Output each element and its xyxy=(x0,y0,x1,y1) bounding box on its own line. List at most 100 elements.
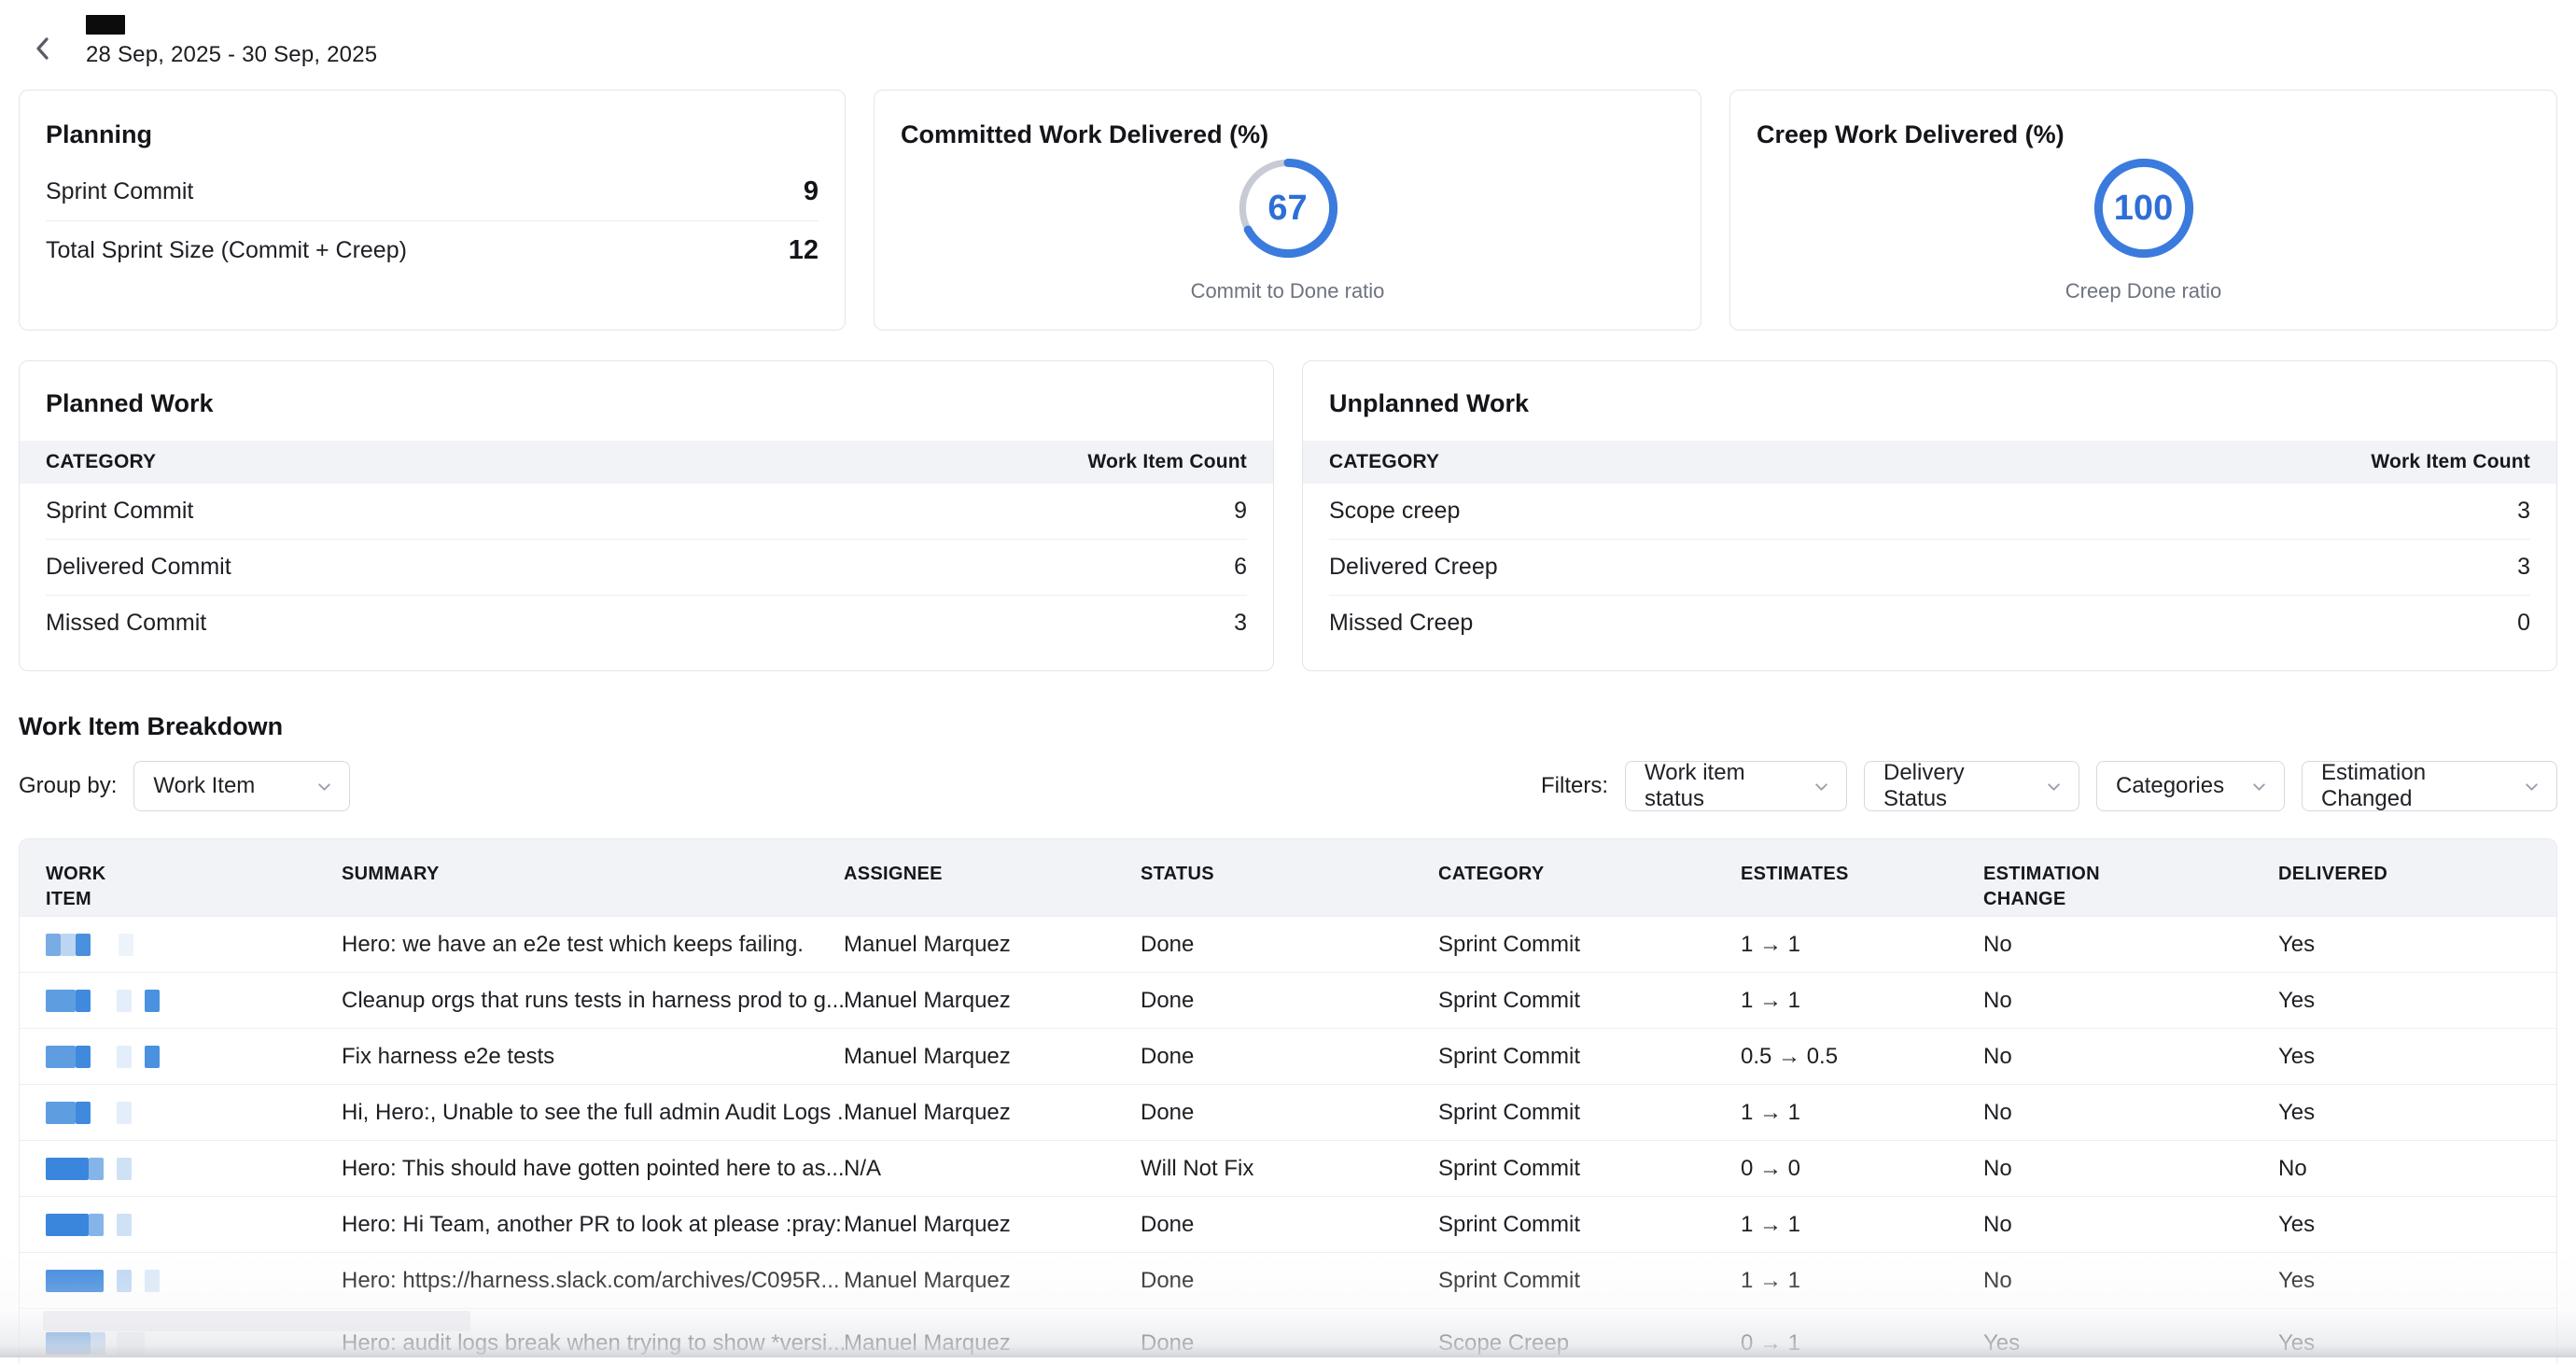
work-item-status: Done xyxy=(1141,1330,1438,1357)
filter-label: Delivery Status xyxy=(1883,760,2033,812)
sprint-date-range: 28 Sep, 2025 - 30 Sep, 2025 xyxy=(86,42,377,68)
filter-label: Estimation Changed xyxy=(2321,760,2511,812)
group-by-dropdown[interactable]: Work Item xyxy=(133,761,350,811)
column-header-assignee: ASSIGNEE xyxy=(844,839,1141,887)
work-item-status: Done xyxy=(1141,988,1438,1014)
planning-row-label: Sprint Commit xyxy=(46,178,193,205)
work-item-id-redacted xyxy=(46,1156,342,1182)
work-item-delivered: No xyxy=(2278,1156,2556,1182)
table-row[interactable]: Hero: https://harness.slack.com/archives… xyxy=(20,1252,2556,1308)
row-value: 6 xyxy=(1234,554,1247,581)
table-row[interactable]: Hero: audit logs break when trying to sh… xyxy=(20,1308,2556,1364)
work-item-delivered: Yes xyxy=(2278,988,2556,1014)
column-header-work-item: WORK ITEM xyxy=(46,839,342,912)
work-item-summary[interactable]: Fix harness e2e tests xyxy=(342,1044,844,1070)
column-header-summary: SUMMARY xyxy=(342,839,844,887)
table-row: Sprint Commit 9 xyxy=(46,484,1247,539)
chevron-down-icon xyxy=(1813,779,1829,794)
work-item-delivered: Yes xyxy=(2278,1100,2556,1126)
row-label: Sprint Commit xyxy=(46,498,193,525)
redacted-overlay-bar xyxy=(43,1311,470,1331)
work-item-summary[interactable]: Hero: https://harness.slack.com/archives… xyxy=(342,1268,844,1294)
work-item-id-redacted xyxy=(46,988,342,1014)
work-item-category: Sprint Commit xyxy=(1438,1212,1741,1238)
summary-cards-row: Planning Sprint Commit 9 Total Sprint Si… xyxy=(19,90,2557,330)
work-item-category: Sprint Commit xyxy=(1438,988,1741,1014)
committed-gauge-zone: 67 Commit to Done ratio xyxy=(875,158,1701,303)
work-tables-row: Planned Work CATEGORY Work Item Count Sp… xyxy=(19,360,2557,671)
creep-gauge-zone: 100 Creep Done ratio xyxy=(1730,158,2556,303)
work-item-id-redacted xyxy=(46,1268,342,1294)
table-row[interactable]: Hero: we have an e2e test which keeps fa… xyxy=(20,916,2556,972)
work-item-summary[interactable]: Hero: we have an e2e test which keeps fa… xyxy=(342,932,844,958)
committed-card-title: Committed Work Delivered (%) xyxy=(901,91,1674,149)
filter-categories-dropdown[interactable]: Categories xyxy=(2096,761,2285,811)
row-value: 9 xyxy=(1234,498,1247,525)
work-item-summary[interactable]: Hi, Hero:, Unable to see the full admin … xyxy=(342,1100,844,1126)
committed-gauge-value: 67 xyxy=(1238,158,1338,259)
committed-gauge-ring: 67 xyxy=(1238,158,1338,259)
table-row[interactable]: Hero: Hi Team, another PR to look at ple… xyxy=(20,1196,2556,1252)
work-item-estimation-change: No xyxy=(1983,1044,2278,1070)
column-header-work-item-count: Work Item Count xyxy=(2371,451,2530,473)
row-label: Delivered Commit xyxy=(46,554,231,581)
work-item-category: Sprint Commit xyxy=(1438,932,1741,958)
work-item-id-redacted xyxy=(46,932,342,958)
row-label: Scope creep xyxy=(1329,498,1460,525)
work-item-summary[interactable]: Hero: Hi Team, another PR to look at ple… xyxy=(342,1212,844,1238)
work-item-id-redacted xyxy=(46,1212,342,1238)
committed-gauge-caption: Commit to Done ratio xyxy=(1191,279,1385,303)
creep-gauge-value: 100 xyxy=(2093,158,2194,259)
column-header-delivered: DELIVERED xyxy=(2278,839,2556,887)
filter-work-item-status-dropdown[interactable]: Work item status xyxy=(1625,761,1847,811)
planned-work-card: Planned Work CATEGORY Work Item Count Sp… xyxy=(19,360,1274,671)
work-item-id-redacted xyxy=(46,1044,342,1070)
work-item-status: Done xyxy=(1141,1044,1438,1070)
chevron-down-icon xyxy=(2046,779,2062,794)
table-row: Missed Commit 3 xyxy=(46,596,1247,651)
work-item-summary[interactable]: Hero: This should have gotten pointed he… xyxy=(342,1156,844,1182)
back-button[interactable] xyxy=(26,34,60,67)
group-by-control: Group by: Work Item xyxy=(19,761,350,811)
table-row[interactable]: Hi, Hero:, Unable to see the full admin … xyxy=(20,1084,2556,1140)
unplanned-work-title: Unplanned Work xyxy=(1303,361,2556,441)
work-item-estimation-change: No xyxy=(1983,1156,2278,1182)
creep-gauge-ring: 100 xyxy=(2093,158,2194,259)
column-header-category: CATEGORY xyxy=(46,451,156,473)
work-item-assignee: Manuel Marquez xyxy=(844,1100,1141,1126)
work-item-assignee: Manuel Marquez xyxy=(844,932,1141,958)
work-item-assignee: Manuel Marquez xyxy=(844,1044,1141,1070)
planned-work-title: Planned Work xyxy=(20,361,1273,441)
work-item-delivered: Yes xyxy=(2278,1212,2556,1238)
work-item-status: Done xyxy=(1141,932,1438,958)
work-item-estimation-change: Yes xyxy=(1983,1330,2278,1357)
work-item-delivered: Yes xyxy=(2278,932,2556,958)
work-item-summary[interactable]: Cleanup orgs that runs tests in harness … xyxy=(342,988,844,1014)
table-row[interactable]: Cleanup orgs that runs tests in harness … xyxy=(20,972,2556,1028)
work-item-estimates: 1 → 1 xyxy=(1741,1100,1983,1126)
work-item-summary[interactable]: Hero: audit logs break when trying to sh… xyxy=(342,1330,844,1357)
table-header-row: WORK ITEM SUMMARY ASSIGNEE STATUS CATEGO… xyxy=(20,839,2556,916)
filter-estimation-changed-dropdown[interactable]: Estimation Changed xyxy=(2302,761,2557,811)
work-item-estimates: 0 → 1 xyxy=(1741,1330,1983,1357)
row-value: 0 xyxy=(2517,610,2530,637)
work-item-assignee: Manuel Marquez xyxy=(844,1330,1141,1357)
work-item-delivered: Yes xyxy=(2278,1044,2556,1070)
filter-delivery-status-dropdown[interactable]: Delivery Status xyxy=(1864,761,2079,811)
table-row[interactable]: Fix harness e2e tests Manuel Marquez Don… xyxy=(20,1028,2556,1084)
chevron-down-icon xyxy=(316,779,332,794)
filter-label: Work item status xyxy=(1645,760,1800,812)
work-item-estimates: 0 → 0 xyxy=(1741,1156,1983,1182)
work-item-breakdown-table: WORK ITEM SUMMARY ASSIGNEE STATUS CATEGO… xyxy=(19,838,2557,1364)
planning-card-rows: Sprint Commit 9 Total Sprint Size (Commi… xyxy=(46,162,819,279)
row-value: 3 xyxy=(2517,554,2530,581)
table-row[interactable]: Hero: This should have gotten pointed he… xyxy=(20,1140,2556,1196)
work-item-estimation-change: No xyxy=(1983,988,2278,1014)
redacted-title-block xyxy=(86,15,125,35)
column-header-estimates: ESTIMATES xyxy=(1741,839,1983,887)
work-item-status: Done xyxy=(1141,1100,1438,1126)
chevron-left-icon xyxy=(33,35,53,67)
chevron-down-icon xyxy=(2251,779,2267,794)
table-row: Delivered Commit 6 xyxy=(46,540,1247,595)
work-item-estimates: 0.5 → 0.5 xyxy=(1741,1044,1983,1070)
